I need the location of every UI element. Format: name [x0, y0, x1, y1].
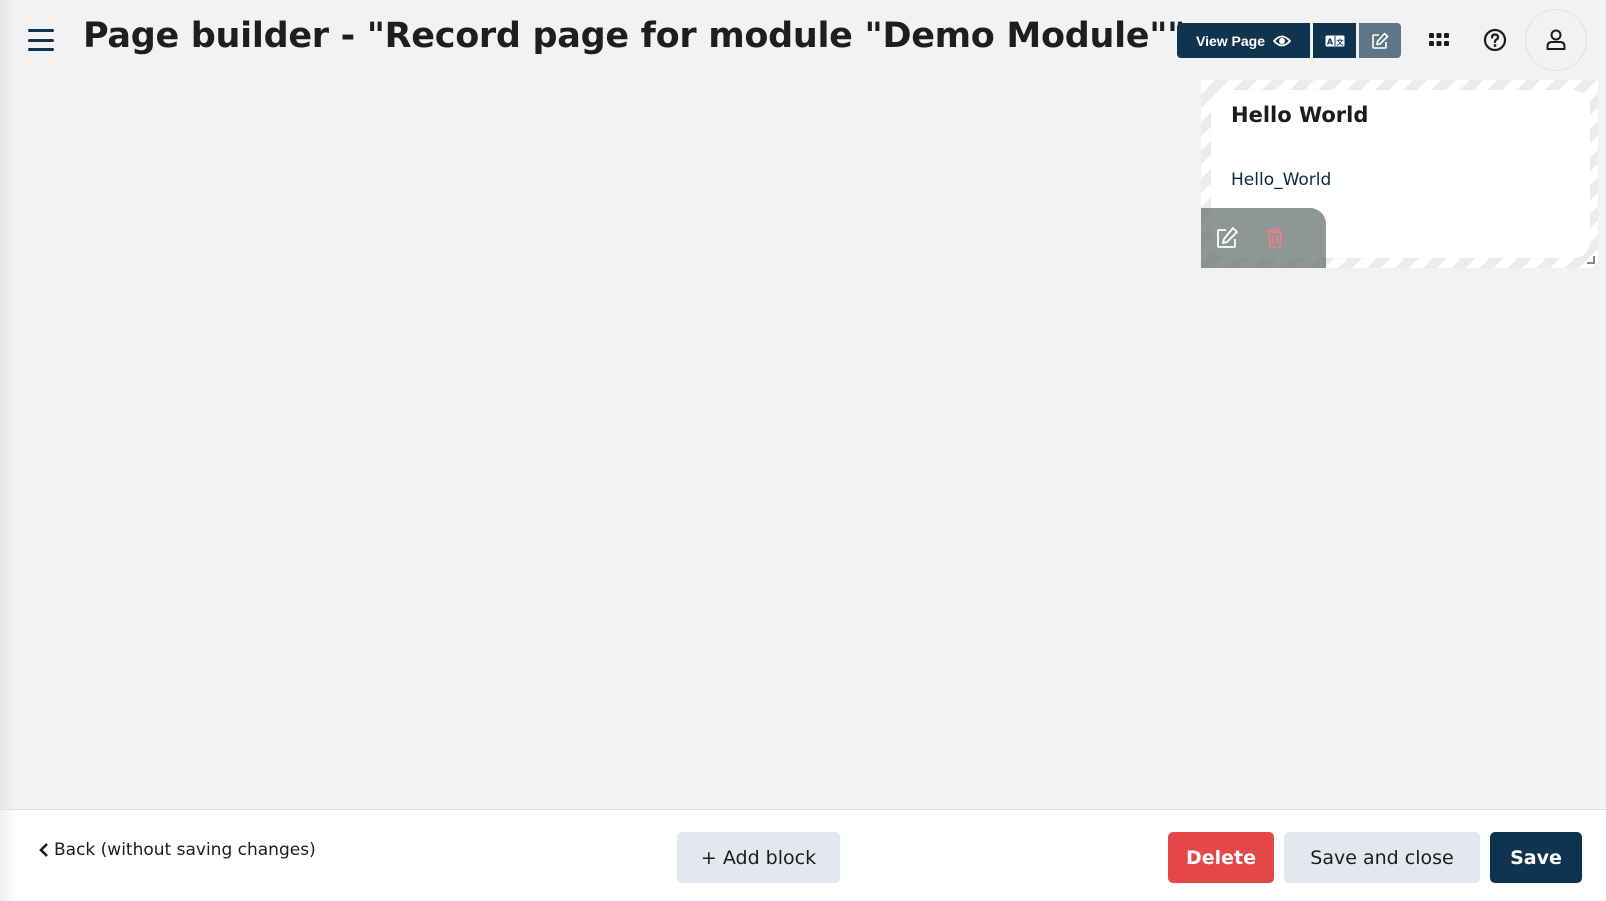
hamburger-line: [28, 38, 54, 42]
apps-button[interactable]: [1421, 22, 1457, 58]
grid-icon: [1429, 33, 1449, 46]
edit-icon: [1372, 32, 1389, 49]
hamburger-icon: [28, 29, 54, 32]
delete-button[interactable]: Delete: [1168, 832, 1274, 883]
resize-handle[interactable]: [1587, 256, 1595, 264]
trash-icon[interactable]: [1263, 226, 1287, 250]
user-icon: [1546, 29, 1566, 50]
user-menu-button[interactable]: [1525, 9, 1587, 71]
view-page-label: View Page: [1195, 32, 1265, 49]
footer-bar: Back (without saving changes) + Add bloc…: [0, 809, 1606, 901]
edit-icon[interactable]: [1215, 226, 1239, 250]
hamburger-line: [28, 48, 54, 51]
footer-edge: [0, 810, 18, 901]
block-value: Hello_World: [1231, 170, 1332, 190]
svg-text:A: A: [1326, 37, 1333, 46]
help-button[interactable]: [1477, 22, 1513, 58]
sidebar-edge: [0, 0, 14, 809]
svg-text:文: 文: [1336, 37, 1344, 46]
save-button[interactable]: Save: [1490, 832, 1582, 883]
edit-mode-button[interactable]: [1359, 23, 1401, 58]
page-title: Page builder - "Record page for module "…: [83, 16, 1186, 56]
translate-button[interactable]: A 文: [1313, 23, 1356, 58]
help-icon: [1483, 28, 1507, 52]
view-page-button[interactable]: View Page: [1177, 23, 1310, 58]
add-block-button[interactable]: + Add block: [677, 832, 840, 883]
save-and-close-button[interactable]: Save and close: [1284, 832, 1480, 883]
back-label: Back (without saving changes): [54, 840, 316, 860]
block-title: Hello World: [1231, 103, 1369, 127]
chevron-left-icon: [39, 843, 48, 857]
menu-button[interactable]: [28, 29, 54, 51]
eye-icon: [1273, 35, 1291, 46]
block-toolbar: [1201, 208, 1326, 268]
translate-icon: A 文: [1325, 35, 1344, 46]
back-link[interactable]: Back (without saving changes): [38, 840, 316, 860]
